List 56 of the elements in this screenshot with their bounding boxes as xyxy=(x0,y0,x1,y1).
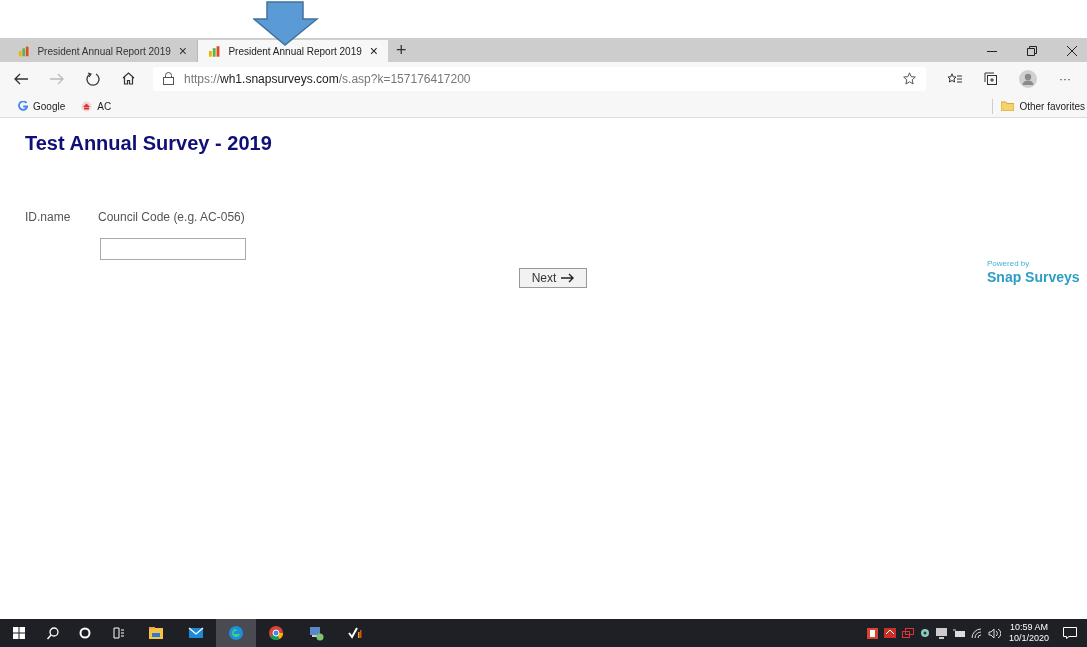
survey-title: Test Annual Survey - 2019 xyxy=(25,131,273,156)
favorites-list-icon[interactable] xyxy=(948,72,962,85)
webcam-icon[interactable] xyxy=(919,628,930,638)
address-bar[interactable]: https://wh1.snapsurveys.com/s.asp?k=157176417200 xyxy=(153,66,926,91)
close-icon[interactable] xyxy=(1067,46,1077,56)
round-browser-icon xyxy=(268,625,284,641)
wifi-icon[interactable] xyxy=(970,627,982,639)
profile-avatar-icon[interactable] xyxy=(1019,69,1037,88)
battery-plug-icon[interactable] xyxy=(952,628,965,638)
powered-by-text: Powered by xyxy=(987,258,1031,270)
close-tab-button[interactable]: × xyxy=(178,44,187,58)
speaker-icon[interactable] xyxy=(987,627,1001,639)
tab-title: President Annual Report 2019 xyxy=(37,44,171,59)
envelope-icon xyxy=(188,625,204,641)
tab-title: President Annual Report 2019 xyxy=(228,44,362,59)
folder-icon xyxy=(148,625,164,641)
collections-icon[interactable] xyxy=(984,72,997,85)
bar-chart-icon xyxy=(208,45,221,57)
annotation-arrow xyxy=(253,1,319,46)
bookmark-folder[interactable]: Other favorites xyxy=(992,98,1085,114)
bookmark-link[interactable]: AC xyxy=(81,98,112,114)
more-button[interactable]: ··· xyxy=(1059,69,1073,88)
url-text: https://wh1.snapsurveys.com/s.asp?k=157176417200 xyxy=(184,70,472,88)
next-button[interactable]: Next xyxy=(519,268,587,288)
clock[interactable]: 10:59 AM 10/1/2020 xyxy=(1008,622,1063,644)
favorite-star-icon[interactable] xyxy=(903,72,916,85)
computer-icon xyxy=(308,625,324,641)
close-tab-button[interactable]: × xyxy=(369,44,378,58)
notification-icon[interactable] xyxy=(1063,627,1077,639)
refresh-icon[interactable] xyxy=(86,71,100,86)
id-label: ID.name xyxy=(25,209,72,226)
back-icon[interactable] xyxy=(14,72,28,85)
windows-start-icon[interactable] xyxy=(13,627,25,639)
windows-stack-icon[interactable] xyxy=(901,628,914,638)
search-icon[interactable] xyxy=(47,626,59,640)
folder-icon xyxy=(1001,101,1015,111)
arrow-right-icon xyxy=(561,273,575,283)
emblem-icon xyxy=(81,100,93,112)
text-input-field[interactable] xyxy=(100,238,246,260)
new-tab-button[interactable]: + xyxy=(388,40,415,62)
letter-app-icon[interactable] xyxy=(866,627,878,639)
lock-icon xyxy=(163,72,174,85)
swirl-browser-icon xyxy=(228,625,244,641)
g-logo-icon xyxy=(18,101,28,111)
question-label: Council Code (e.g. AC-056) xyxy=(98,209,246,226)
task-view-icon[interactable] xyxy=(113,627,125,639)
checkmark-chart-icon xyxy=(348,625,364,641)
tray-app-icon[interactable] xyxy=(883,628,896,638)
bar-chart-icon xyxy=(18,45,30,57)
cortana-circle-icon[interactable] xyxy=(79,627,91,639)
brand-logo-text: Snap Surveys xyxy=(987,270,1080,285)
home-icon[interactable] xyxy=(122,72,135,85)
browser-tab[interactable]: President Annual Report 2019 × xyxy=(198,40,388,62)
restore-icon[interactable] xyxy=(1027,46,1037,56)
monitor-icon[interactable] xyxy=(935,627,947,639)
bookmark-link[interactable]: Google xyxy=(18,98,66,114)
